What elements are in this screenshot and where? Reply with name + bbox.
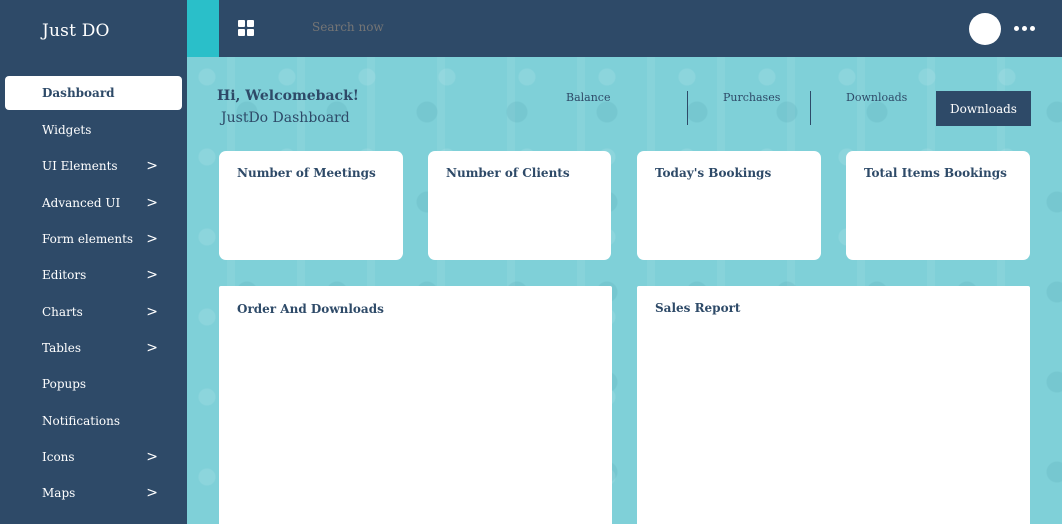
- welcome-heading: Hi, Welcomeback!: [217, 88, 359, 104]
- sidebar: Just DO Dashboard Widgets UI Elements > …: [0, 0, 187, 524]
- sidebar-toggle-strip[interactable]: [187, 0, 219, 57]
- chevron-right-icon: >: [146, 303, 158, 320]
- sidebar-item-label: Dashboard: [42, 86, 115, 100]
- search-input[interactable]: [312, 20, 452, 34]
- topbar: [187, 0, 1062, 57]
- chevron-right-icon: >: [146, 339, 158, 356]
- sidebar-nav: Dashboard Widgets UI Elements > Advanced…: [0, 76, 187, 511]
- more-horizontal-icon[interactable]: [1014, 26, 1035, 31]
- avatar[interactable]: [969, 13, 1001, 45]
- page-title: JustDo Dashboard: [221, 110, 350, 126]
- sidebar-item-popups[interactable]: Popups: [5, 366, 182, 402]
- card-total-items: Total Items Bookings: [846, 151, 1030, 260]
- dot: [1022, 26, 1027, 31]
- sidebar-item-advanced-ui[interactable]: Advanced UI >: [5, 185, 182, 221]
- grid-icon-cell: [247, 29, 254, 36]
- card-title: Order And Downloads: [237, 302, 384, 316]
- sidebar-item-ui-elements[interactable]: UI Elements >: [5, 148, 182, 184]
- chevron-right-icon: >: [146, 231, 158, 248]
- sidebar-item-label: Maps: [42, 486, 76, 501]
- card-bookings: Today's Bookings: [637, 151, 821, 260]
- grid-icon-cell: [238, 20, 245, 27]
- sidebar-item-label: UI Elements: [42, 159, 118, 174]
- chevron-right-icon: >: [146, 267, 158, 284]
- card-clients: Number of Clients: [428, 151, 611, 260]
- stat-balance[interactable]: Balance: [566, 91, 610, 104]
- grid-icon-cell: [247, 20, 254, 27]
- card-title: Number of Meetings: [237, 166, 376, 180]
- sidebar-item-label: Icons: [42, 449, 75, 464]
- stat-downloads[interactable]: Downloads: [846, 91, 907, 104]
- dot: [1030, 26, 1035, 31]
- sidebar-item-tables[interactable]: Tables >: [5, 330, 182, 366]
- brand-logo[interactable]: Just DO: [42, 21, 110, 41]
- sidebar-item-charts[interactable]: Charts >: [5, 293, 182, 329]
- sidebar-item-icons[interactable]: Icons >: [5, 439, 182, 475]
- grid-icon-cell: [238, 29, 245, 36]
- sidebar-item-label: Popups: [42, 377, 87, 392]
- sidebar-item-editors[interactable]: Editors >: [5, 257, 182, 293]
- chevron-right-icon: >: [146, 194, 158, 211]
- grid-icon[interactable]: [238, 20, 254, 36]
- card-title: Sales Report: [655, 301, 741, 315]
- sidebar-item-maps[interactable]: Maps >: [5, 475, 182, 511]
- sidebar-item-label: Tables: [42, 340, 82, 355]
- sidebar-item-label: Advanced UI: [42, 195, 121, 210]
- chevron-right-icon: >: [146, 448, 158, 465]
- sidebar-item-form-elements[interactable]: Form elements >: [5, 221, 182, 257]
- stat-purchases[interactable]: Purchases: [723, 91, 780, 104]
- divider: [687, 91, 688, 125]
- card-meetings: Number of Meetings: [219, 151, 403, 260]
- card-title: Number of Clients: [446, 166, 570, 180]
- chevron-right-icon: >: [146, 158, 158, 175]
- sidebar-item-label: Notifications: [42, 413, 121, 428]
- divider: [810, 91, 811, 125]
- card-title: Today's Bookings: [655, 166, 772, 180]
- sidebar-item-label: Form elements: [42, 232, 134, 247]
- sidebar-item-label: Charts: [42, 304, 83, 319]
- sidebar-item-widgets[interactable]: Widgets: [5, 112, 182, 148]
- dot: [1014, 26, 1019, 31]
- chevron-right-icon: >: [146, 485, 158, 502]
- card-sales-report: Sales Report: [637, 286, 1030, 524]
- sidebar-item-notifications[interactable]: Notifications: [5, 402, 182, 438]
- sidebar-item-label: Editors: [42, 268, 87, 283]
- card-title: Total Items Bookings: [864, 166, 1007, 180]
- downloads-button[interactable]: Downloads: [936, 91, 1031, 126]
- card-order-downloads: Order And Downloads: [219, 286, 612, 524]
- main-content: Hi, Welcomeback! JustDo Dashboard Balanc…: [187, 57, 1062, 524]
- sidebar-item-label: Widgets: [42, 123, 92, 138]
- sidebar-item-dashboard[interactable]: Dashboard: [5, 76, 182, 110]
